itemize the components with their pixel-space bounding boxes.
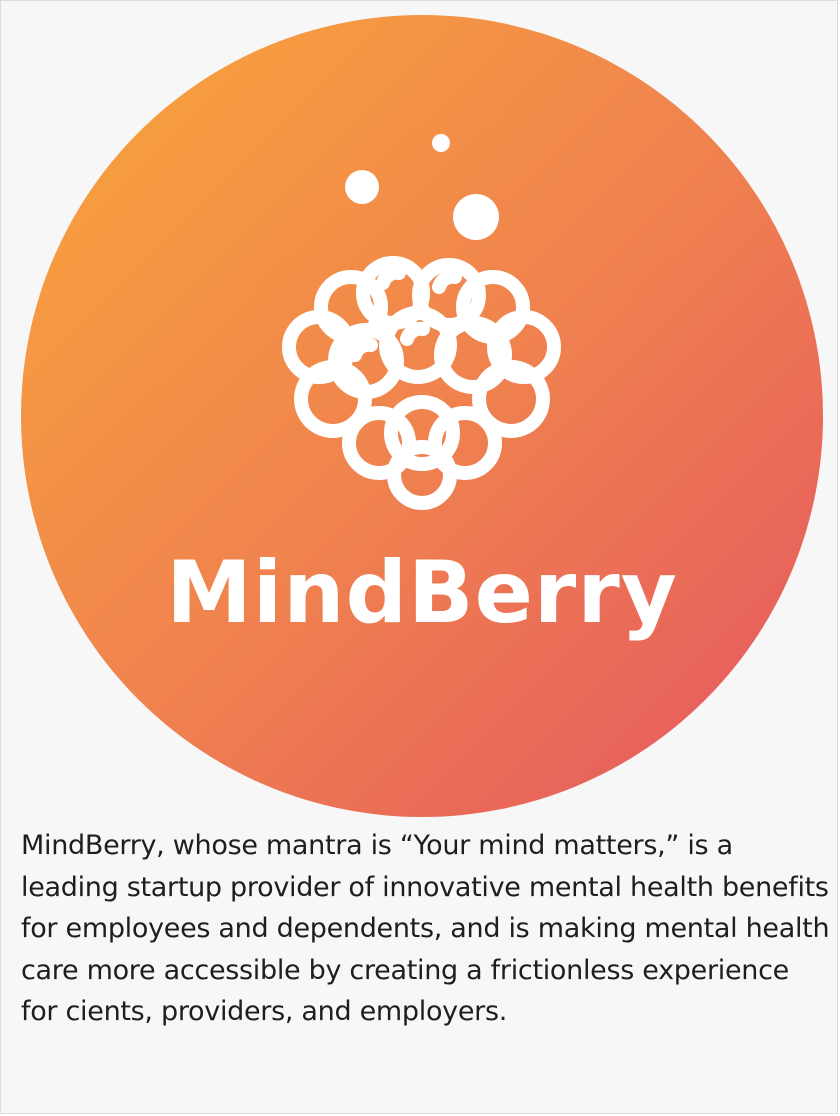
bubble-medium [345,170,379,204]
bubble-large [453,194,499,240]
company-logo: MindBerry [21,15,823,817]
company-card: MindBerry MindBerry, whose mantra is “Yo… [0,0,838,1114]
logo-graphic: MindBerry [21,15,823,817]
bubble-small [432,134,450,152]
logo-background [21,15,823,817]
company-description: MindBerry, whose mantra is “Your mind ma… [21,830,830,1027]
logo-wordmark: MindBerry [166,543,678,643]
